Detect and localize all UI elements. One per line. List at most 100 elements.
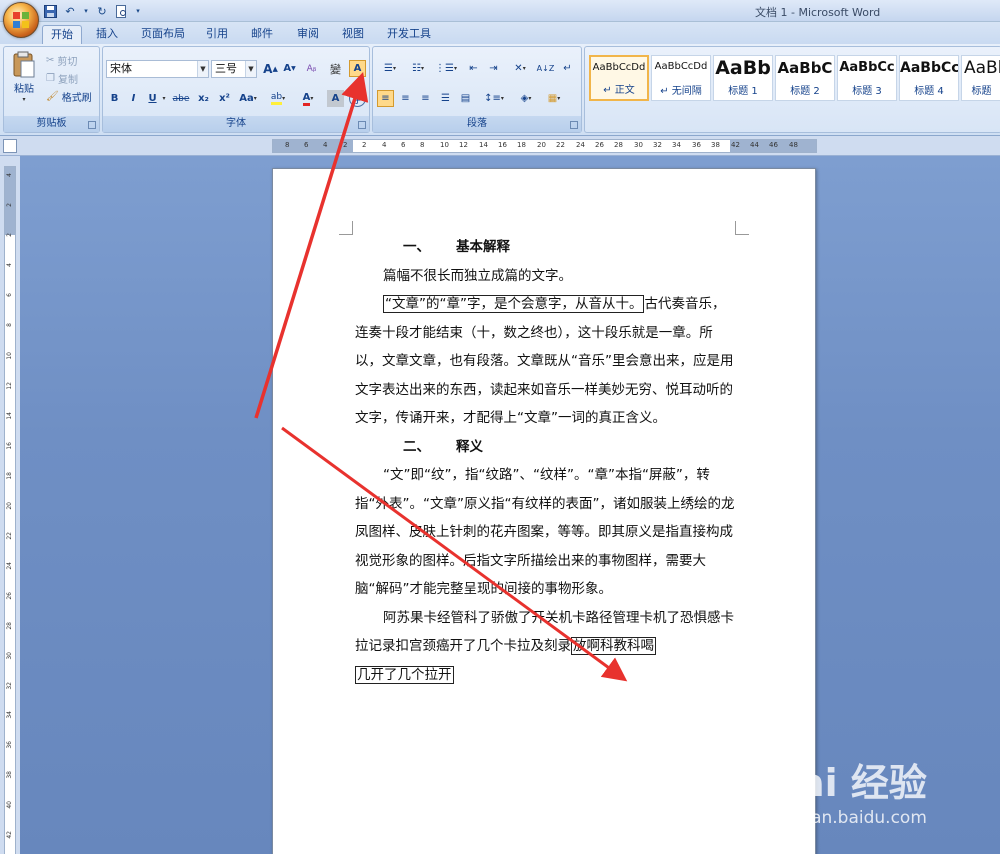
paint-bucket-icon: ◈	[520, 93, 529, 104]
ruler-number: 34	[6, 711, 13, 719]
ruler-number: 6	[304, 141, 309, 149]
baidu-jingyan-watermark: Bai 经验 jingyan.baidu.com	[770, 752, 990, 842]
style-title[interactable]: AaBb 标题	[961, 55, 1000, 101]
tab-review[interactable]: 审阅	[289, 25, 327, 44]
format-painter-button[interactable]: 🖌 格式刷	[46, 89, 92, 104]
tab-references[interactable]: 引用	[198, 25, 236, 44]
chinese-layout-button[interactable]: ✕ ▾	[507, 60, 533, 77]
justify-button[interactable]: ☰	[437, 90, 454, 107]
paste-dropdown-icon: ▾	[22, 96, 26, 103]
bordered-text: “文章”的“章”字，是个会意字，从音从十。	[383, 295, 645, 313]
underline-button[interactable]: U	[144, 90, 161, 107]
paragraph: 阿苏果卡经管科了骄傲了开关机卡路径管理卡机了恐惧感卡拉记录扣宫颈癌开了几个卡拉及…	[355, 604, 735, 690]
text-highlight-button[interactable]: ab ▾	[265, 90, 291, 107]
style-no-spacing[interactable]: AaBbCcDd ↵ 无间隔	[651, 55, 711, 101]
show-hide-marks-button[interactable]: ↵	[559, 60, 576, 77]
document-body[interactable]: 一、 基本解释 篇幅不很长而独立成篇的文字。 “文章”的“章”字，是个会意字，从音…	[355, 233, 735, 689]
cut-button[interactable]: ✂ 剪切	[46, 53, 77, 68]
tab-developer[interactable]: 开发工具	[379, 25, 439, 44]
ruler-number: 38	[6, 771, 13, 779]
numbered-list-icon: ☷	[412, 63, 421, 74]
style-name: 标题 4	[914, 86, 944, 97]
customize-qat-icon[interactable]: ▾	[134, 3, 142, 19]
style-name: 标题 2	[790, 86, 820, 97]
dropdown-arrow-icon[interactable]: ▾	[82, 3, 90, 19]
tab-insert[interactable]: 插入	[88, 25, 126, 44]
bordered-text: 几开了几个拉开	[355, 665, 454, 684]
font-size-combo[interactable]: 三号 ▼	[211, 60, 257, 78]
ruler-number: 42	[731, 141, 740, 149]
borders-button[interactable]: ▦ ▾	[541, 90, 567, 107]
style-name: ↵ 正文	[603, 85, 635, 96]
style-heading-4[interactable]: AaBbCc 标题 4	[899, 55, 959, 101]
sort-button[interactable]: A↓Z	[537, 60, 555, 77]
tab-mailings[interactable]: 邮件	[243, 25, 281, 44]
align-right-button[interactable]: ≡	[417, 90, 434, 107]
tab-view[interactable]: 视图	[334, 25, 372, 44]
horizontal-ruler[interactable]: 8 6 4 2 2 4 6 8 10 12 14 16 18 20 22 24 26 28 30 32 34 36 38 42…	[272, 139, 817, 153]
increase-indent-button[interactable]: ⇥	[485, 60, 502, 77]
vertical-ruler-scale[interactable]: 4 2 2 4 6 8 10 12 14 16 18 20 22 24 26 28 30 32 34 36 38 40 42	[4, 166, 16, 854]
style-sample: AaBbCc	[900, 60, 958, 76]
print-preview-icon[interactable]	[114, 3, 130, 19]
save-icon[interactable]	[42, 3, 58, 19]
subscript-button[interactable]: x₂	[195, 90, 212, 107]
phonetic-guide-button[interactable]: 變	[327, 60, 344, 77]
watermark-text: Bai 经验	[770, 761, 927, 805]
clear-formatting-button[interactable]: Aᵦ	[303, 60, 320, 77]
copy-label: 复制	[57, 75, 78, 86]
shrink-font-button[interactable]: A ▼	[281, 60, 298, 77]
tab-home[interactable]: 开始	[42, 25, 82, 44]
styles-group: AaBbCcDd ↵ 正文 AaBbCcDd ↵ 无间隔 AaBb 标题 1 A…	[584, 46, 1000, 133]
font-name-combo[interactable]: 宋体 ▼	[106, 60, 209, 78]
paragraph-mark-icon: ↵	[563, 63, 572, 74]
superscript-button[interactable]: x²	[216, 90, 233, 107]
tab-selector-icon[interactable]	[3, 139, 17, 153]
ruler-number: 16	[498, 141, 507, 149]
numbering-button[interactable]: ☷ ▾	[405, 60, 431, 77]
character-border-icon: A	[353, 63, 362, 74]
enclose-characters-button[interactable]: 字	[349, 90, 366, 107]
font-name-dropdown-icon[interactable]: ▼	[197, 61, 208, 77]
clipboard-dialog-launcher[interactable]	[88, 121, 96, 129]
paste-button[interactable]: 粘贴 ▾	[9, 51, 39, 103]
change-case-icon: Aa	[239, 93, 254, 104]
office-button[interactable]	[3, 2, 39, 38]
change-case-button[interactable]: Aa ▾	[237, 90, 259, 107]
underline-dropdown-icon[interactable]: ▾	[160, 90, 168, 107]
multilevel-list-button[interactable]: ⋮☰ ▾	[433, 60, 459, 77]
align-center-button[interactable]: ≡	[397, 90, 414, 107]
character-shading-button[interactable]: A	[327, 90, 344, 107]
shading-button[interactable]: ◈ ▾	[513, 90, 539, 107]
ruler-number: 32	[6, 682, 13, 690]
italic-icon: I	[131, 93, 136, 104]
italic-button[interactable]: I	[125, 90, 142, 107]
style-normal[interactable]: AaBbCcDd ↵ 正文	[589, 55, 649, 101]
align-left-button[interactable]: ≡	[377, 90, 394, 107]
font-color-button[interactable]: A ▾	[295, 90, 321, 107]
font-dialog-launcher[interactable]	[358, 121, 366, 129]
strikethrough-button[interactable]: abe	[171, 90, 191, 107]
grow-font-button[interactable]: A ▲	[262, 60, 279, 77]
style-heading-3[interactable]: AaBbCc 标题 3	[837, 55, 897, 101]
decrease-indent-button[interactable]: ⇤	[465, 60, 482, 77]
font-size-dropdown-icon[interactable]: ▼	[245, 61, 256, 77]
redo-icon[interactable]: ↻	[94, 3, 110, 19]
tab-page-layout[interactable]: 页面布局	[133, 25, 193, 44]
ruler-number: 2	[6, 233, 13, 237]
style-heading-2[interactable]: AaBbC 标题 2	[775, 55, 835, 101]
character-border-button[interactable]: A	[349, 60, 366, 77]
document-page[interactable]: 一、 基本解释 篇幅不很长而独立成篇的文字。 “文章”的“章”字，是个会意字，从音…	[272, 168, 816, 854]
ruler-number: 16	[6, 442, 13, 450]
style-heading-1[interactable]: AaBb 标题 1	[713, 55, 773, 101]
copy-button[interactable]: ❐ 复制	[46, 71, 78, 86]
bullets-button[interactable]: ☰ ▾	[377, 60, 403, 77]
distributed-button[interactable]: ▤	[457, 90, 474, 107]
ruler-number: 40	[6, 801, 13, 809]
paragraph-dialog-launcher[interactable]	[570, 121, 578, 129]
bold-button[interactable]: B	[106, 90, 123, 107]
line-spacing-button[interactable]: ↕≡ ▾	[481, 90, 507, 107]
undo-icon[interactable]: ↶	[62, 3, 78, 19]
cut-label: 剪切	[57, 57, 78, 68]
office-logo-icon	[13, 12, 30, 29]
